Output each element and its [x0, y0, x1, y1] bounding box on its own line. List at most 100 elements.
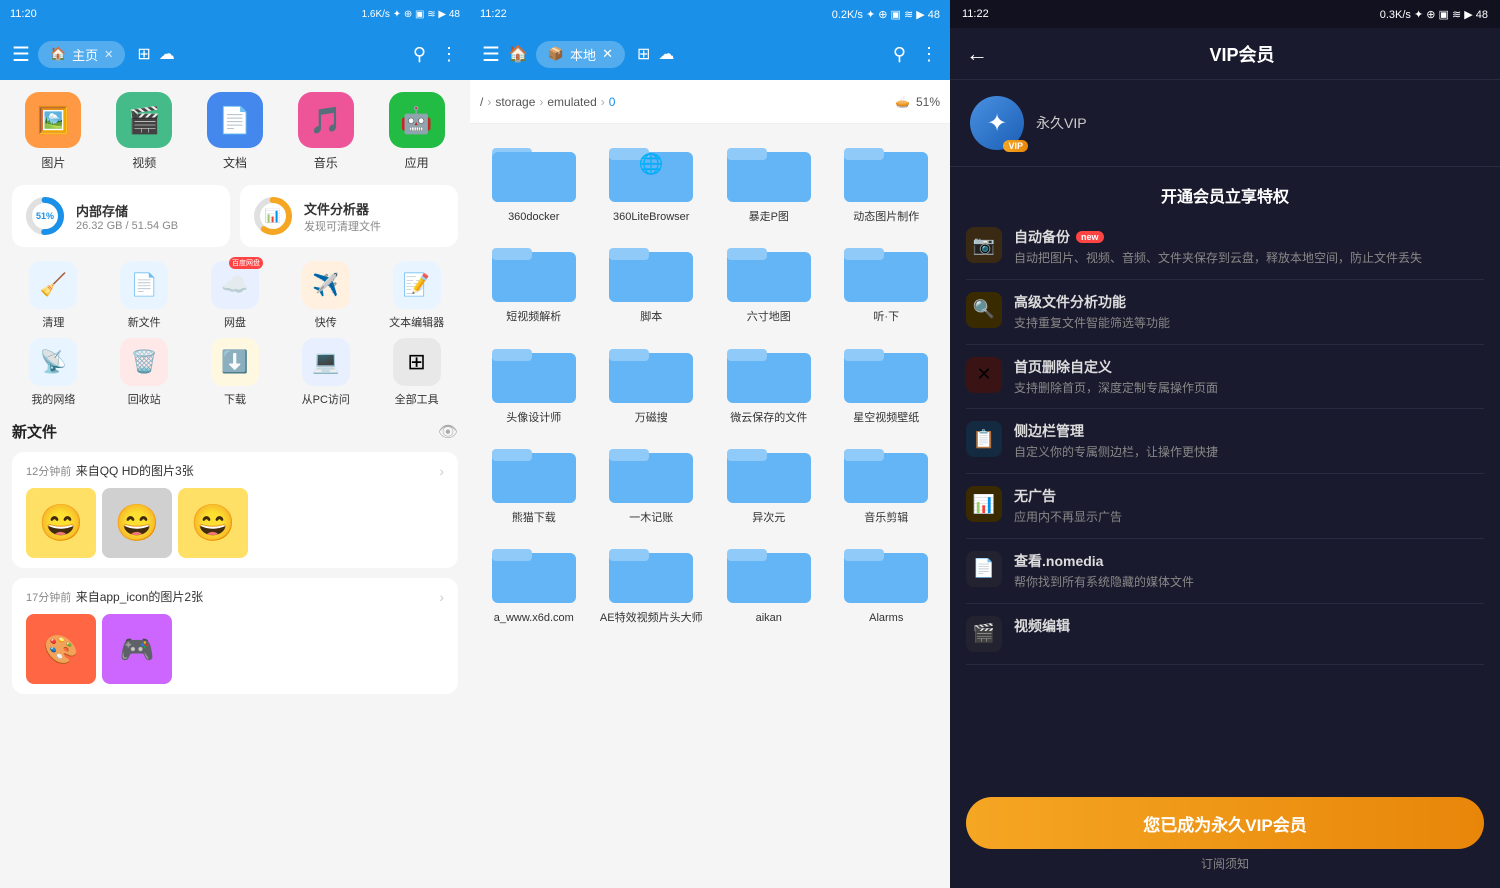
file-group-0-header: 12分钟前 来自QQ HD的图片3张 › [26, 462, 444, 480]
vip-feature-sidebar[interactable]: 📋 侧边栏管理 自定义你的专属侧边栏，让操作更快捷 [966, 409, 1484, 474]
folder-icon-shortvideo [490, 234, 578, 306]
vip-badge: VIP [1003, 140, 1028, 152]
folder-alarms[interactable]: Alarms [833, 535, 941, 625]
folder-ae[interactable]: AE特效视频片头大师 [598, 535, 706, 625]
vip-avatar: ✦ VIP [970, 96, 1024, 150]
category-apps[interactable]: 🤖 应用 [375, 92, 458, 171]
cloud-icon-p1[interactable]: ☁ [159, 44, 175, 64]
feature-title-advanced-analysis: 高级文件分析功能 [1014, 292, 1170, 312]
folder-baopaotu[interactable]: 暴走P图 [715, 134, 823, 224]
tool-newfile[interactable]: 📄 新文件 [103, 261, 186, 330]
tab-grid-icon-p2[interactable]: ⊞ [637, 44, 650, 64]
folder-sixmap[interactable]: 六寸地图 [715, 234, 823, 324]
vip-cta-button[interactable]: 您已成为永久VIP会员 [966, 797, 1484, 849]
category-grid: 🖼️ 图片 🎬 视频 📄 文档 🎵 音乐 🤖 应用 [12, 92, 458, 171]
home-icon-p2[interactable]: 🏠 [508, 44, 528, 64]
feature-title-video-edit: 视频编辑 [1014, 616, 1070, 636]
vip-profile: ✦ VIP 永久VIP [950, 80, 1500, 167]
content-p1: 🖼️ 图片 🎬 视频 📄 文档 🎵 音乐 🤖 应用 [0, 80, 470, 888]
folder-360docker[interactable]: 360docker [480, 134, 588, 224]
folder-weiyun[interactable]: 微云保存的文件 [715, 335, 823, 425]
folder-xingkong[interactable]: 星空视频壁纸 [833, 335, 941, 425]
tab-grid-icon-p1[interactable]: ⊞ [137, 44, 150, 64]
more-icon-p2[interactable]: ⋮ [920, 44, 938, 65]
file-group-0[interactable]: 12分钟前 来自QQ HD的图片3张 › 😄 😄 😄 [12, 452, 458, 568]
tool-transfer[interactable]: ✈️ 快传 [284, 261, 367, 330]
breadcrumb-storage[interactable]: storage [495, 95, 535, 109]
category-images[interactable]: 🖼️ 图片 [12, 92, 95, 171]
storage-indicator: 🥧 51% [895, 95, 940, 109]
file-group-0-arrow: › [439, 463, 444, 479]
time-p1: 11:20 [10, 8, 37, 20]
breadcrumb-emulated[interactable]: emulated [547, 95, 596, 109]
category-docs[interactable]: 📄 文档 [194, 92, 277, 171]
top-bar-p1: ☰ 🏠 主页 ✕ ⊞ ☁ ⚲ ⋮ [0, 28, 470, 80]
feature-title-home-customize: 首页删除自定义 [1014, 357, 1218, 377]
search-icon-p1[interactable]: ⚲ [413, 44, 426, 65]
folder-icon-360docker [490, 134, 578, 206]
tool-trash[interactable]: 🗑️ 回收站 [103, 338, 186, 407]
tool-clean[interactable]: 🧹 清理 [12, 261, 95, 330]
vip-button-area: 您已成为永久VIP会员 订阅须知 [950, 781, 1500, 888]
cloud-icon-p2[interactable]: ☁ [658, 44, 674, 64]
top-bar-p2: ☰ 🏠 📦 本地 ✕ ⊞ ☁ ⚲ ⋮ [470, 28, 950, 80]
feature-text-nomedia: 查看.nomedia 帮你找到所有系统隐藏的媒体文件 [1014, 551, 1194, 591]
feature-desc-no-ads: 应用内不再显示广告 [1014, 509, 1122, 526]
folder-script[interactable]: 脚本 [598, 234, 706, 324]
folder-yimu[interactable]: 一木记账 [598, 435, 706, 525]
folder-yiciyuan[interactable]: 异次元 [715, 435, 823, 525]
folder-musiccut[interactable]: 音乐剪辑 [833, 435, 941, 525]
folder-label-musiccut: 音乐剪辑 [864, 511, 908, 525]
tool-network[interactable]: 📡 我的网络 [12, 338, 95, 407]
home-tab-p1[interactable]: 🏠 主页 ✕ [38, 41, 125, 68]
eye-icon[interactable]: 👁 [438, 422, 458, 442]
vip-sub-text[interactable]: 订阅须知 [966, 855, 1484, 872]
folder-tingxia[interactable]: 听·下 [833, 234, 941, 324]
folder-label-weiyun: 微云保存的文件 [730, 411, 807, 425]
tool-cloud[interactable]: ☁️ 百度网盘 网盘 [194, 261, 277, 330]
vip-feature-no-ads[interactable]: 📊 无广告 应用内不再显示广告 [966, 474, 1484, 539]
vip-feature-home-customize[interactable]: ✕ 首页删除自定义 支持删除首页，深度定制专属操作页面 [966, 345, 1484, 410]
more-icon-p1[interactable]: ⋮ [440, 44, 458, 65]
file-group-0-meta: 12分钟前 来自QQ HD的图片3张 [26, 462, 194, 480]
vip-feature-auto-backup[interactable]: 📷 自动备份 new 自动把图片、视频、音频、文件夹保存到云盘，释放本地空间，防… [966, 215, 1484, 280]
analyzer-card[interactable]: 📊 文件分析器 发现可清理文件 [240, 185, 458, 247]
folder-label-dongtaitu: 动态图片制作 [853, 210, 919, 224]
category-music[interactable]: 🎵 音乐 [284, 92, 367, 171]
tool-editor[interactable]: 📝 文本编辑器 [375, 261, 458, 330]
category-video[interactable]: 🎬 视频 [103, 92, 186, 171]
vip-feature-advanced-analysis[interactable]: 🔍 高级文件分析功能 支持重复文件智能筛选等功能 [966, 280, 1484, 345]
local-tab-p2[interactable]: 📦 本地 ✕ [536, 41, 625, 68]
file-group-1[interactable]: 17分钟前 来自app_icon的图片2张 › 🎨 🎮 [12, 578, 458, 694]
analyzer-info: 文件分析器 发现可清理文件 [304, 199, 381, 234]
vip-feature-nomedia[interactable]: 📄 查看.nomedia 帮你找到所有系统隐藏的媒体文件 [966, 539, 1484, 604]
tool-pc[interactable]: 💻 从PC访问 [284, 338, 367, 407]
storage-info: 内部存储 26.32 GB / 51.54 GB [76, 201, 178, 232]
status-bar-p3: 11:22 0.3K/s ✦ ⊕ ▣ ≋ ▶ 48 [950, 0, 1500, 28]
folder-360litebrowser[interactable]: 🌐 360LiteBrowser [598, 134, 706, 224]
folder-awww[interactable]: a_www.x6d.com [480, 535, 588, 625]
folder-shortvideo[interactable]: 短视频解析 [480, 234, 588, 324]
tool-download[interactable]: ⬇️ 下载 [194, 338, 277, 407]
folder-label-awww: a_www.x6d.com [494, 611, 574, 625]
folder-panda[interactable]: 熊猫下载 [480, 435, 588, 525]
back-icon-p3[interactable]: ← [966, 41, 988, 67]
home-tab-close[interactable]: ✕ [104, 48, 113, 61]
breadcrumb-0[interactable]: 0 [609, 95, 616, 109]
category-apps-label: 应用 [405, 154, 429, 171]
menu-icon-p2[interactable]: ☰ [482, 42, 500, 67]
vip-feature-video-edit[interactable]: 🎬 视频编辑 [966, 604, 1484, 665]
folder-aikan[interactable]: aikan [715, 535, 823, 625]
search-icon-p2[interactable]: ⚲ [893, 44, 906, 65]
menu-icon-p1[interactable]: ☰ [12, 42, 30, 67]
internal-storage-card[interactable]: 51% 内部存储 26.32 GB / 51.54 GB [12, 185, 230, 247]
breadcrumb-root[interactable]: / [480, 95, 483, 109]
folder-dongtaitu[interactable]: 动态图片制作 [833, 134, 941, 224]
folder-wancisou[interactable]: 万磁搜 [598, 335, 706, 425]
folder-head[interactable]: 头像设计师 [480, 335, 588, 425]
breadcrumb-sep-2: › [539, 95, 543, 109]
tool-all[interactable]: ⊞ 全部工具 [375, 338, 458, 407]
avatar-icon: ✦ [987, 109, 1007, 138]
file-group-0-thumbs: 😄 😄 😄 [26, 488, 444, 558]
local-tab-close[interactable]: ✕ [602, 46, 613, 62]
